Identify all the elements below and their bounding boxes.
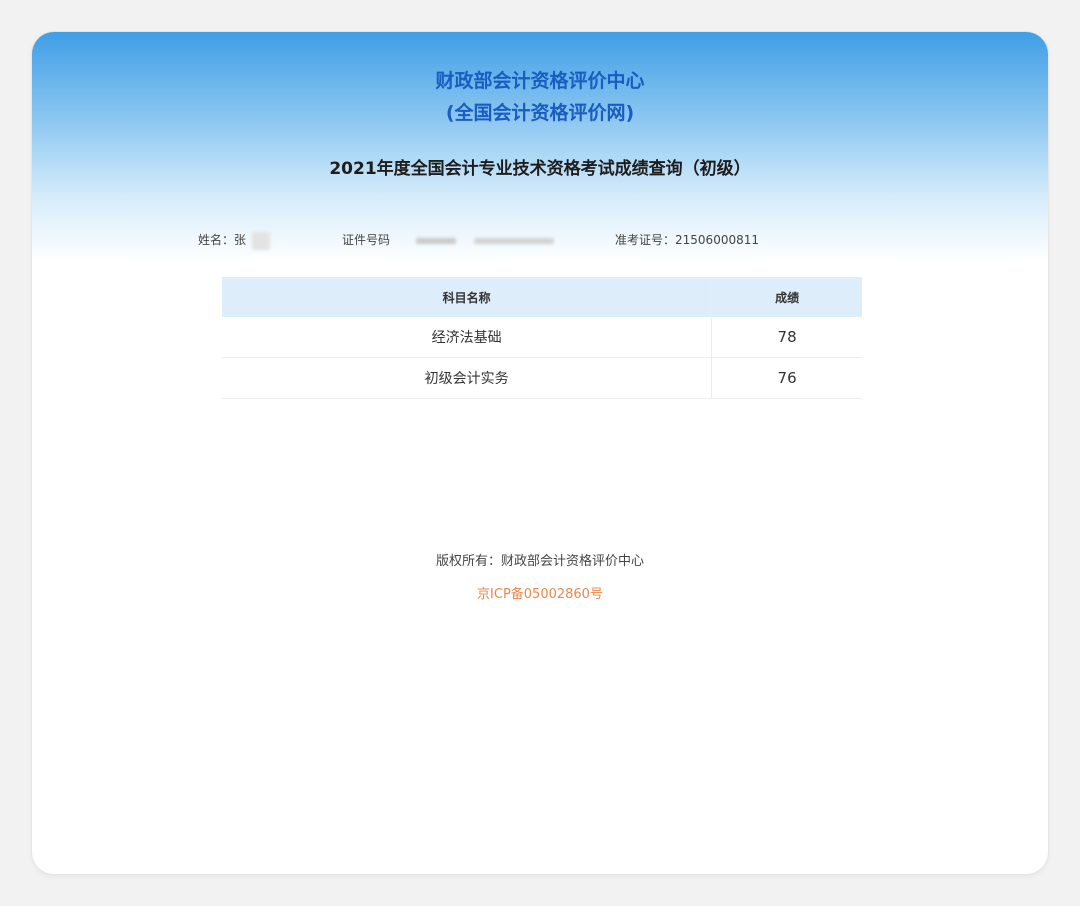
- org-name: 财政部会计资格评价中心: [435, 70, 645, 92]
- name-value: 张: [234, 233, 247, 247]
- id-label: 证件号码: [342, 233, 391, 247]
- table-row: 经济法基础 78: [222, 317, 862, 358]
- result-page-card: 财政部会计资格评价中心 (全国会计资格评价网) 2021年度全国会计专业技术资格…: [32, 32, 1048, 874]
- subject-cell: 经济法基础: [222, 317, 712, 358]
- page-title: 2021年度全国会计专业技术资格考试成绩查询（初级）: [329, 159, 751, 179]
- score-table: 科目名称 成绩 经济法基础 78 初级会计实务 76: [222, 277, 862, 399]
- table-row: 初级会计实务 76: [222, 357, 862, 399]
- candidate-id-field: 证件号码: [342, 231, 554, 248]
- org-subtitle: (全国会计资格评价网): [445, 102, 635, 124]
- exam-no-label: 准考证号：: [615, 233, 676, 247]
- candidate-name-field: 姓名：张: [198, 231, 270, 250]
- table-header-row: 科目名称 成绩: [222, 277, 862, 317]
- exam-number-field: 准考证号：21506000811: [615, 231, 759, 248]
- name-redaction: [251, 231, 270, 250]
- header-subject: 科目名称: [222, 277, 712, 317]
- name-label: 姓名：: [198, 233, 235, 247]
- header-score: 成绩: [711, 277, 862, 317]
- score-cell: 78: [711, 317, 862, 358]
- exam-no-value: 21506000811: [675, 233, 759, 247]
- score-cell: 76: [711, 357, 862, 399]
- id-redaction-1: [415, 237, 456, 244]
- icp-link[interactable]: 京ICP备05002860号: [32, 583, 1048, 602]
- subject-cell: 初级会计实务: [222, 357, 712, 399]
- id-redaction-2: [473, 237, 554, 244]
- copyright-text: 版权所有：财政部会计资格评价中心: [435, 554, 644, 569]
